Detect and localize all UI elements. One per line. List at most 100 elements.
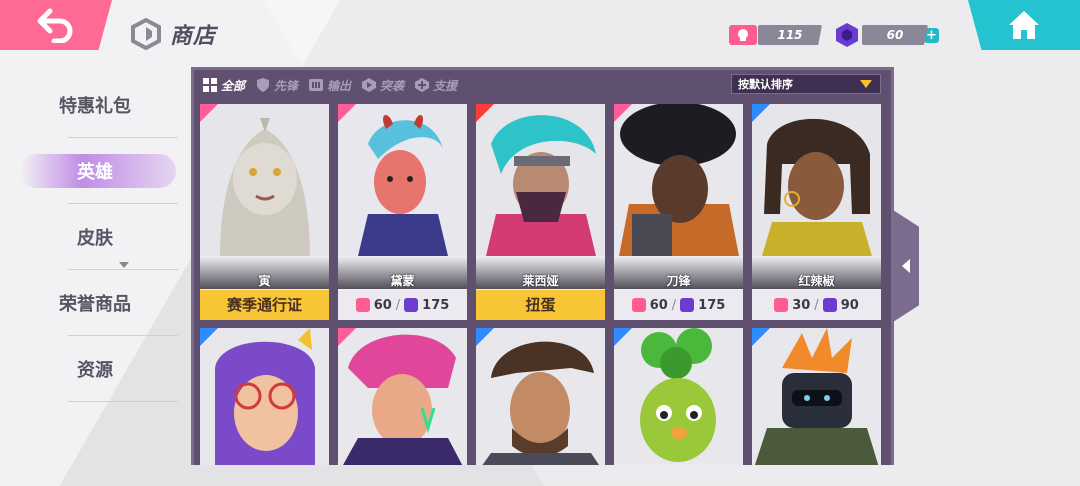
rarity-corner [752, 328, 770, 346]
price-row: 60 / 175 [614, 290, 743, 320]
rarity-corner [338, 328, 356, 346]
hero-name: 刀锋 [666, 274, 691, 288]
sidebar-item-label: 皮肤 [77, 228, 113, 249]
price-row: 60 / 175 [338, 290, 467, 320]
divider [68, 401, 178, 402]
category-sidebar: 特惠礼包 英雄 皮肤 荣誉商品 资源 [0, 72, 190, 402]
dropdown-arrow-icon [860, 80, 872, 88]
back-button[interactable] [0, 0, 112, 50]
hero-card-body: 红辣椒 [752, 104, 881, 290]
hero-card[interactable]: 红辣椒 30 / 90 [752, 104, 881, 320]
filter-damage[interactable]: 输出 [308, 77, 351, 94]
skull-ticket-icon [631, 298, 646, 312]
hero-card[interactable] [752, 328, 881, 465]
rarity-corner [752, 104, 770, 122]
skull-ticket-icon [774, 298, 789, 312]
hero-card-body [338, 328, 467, 465]
back-arrow-icon [37, 8, 73, 43]
hero-card-body: 莱西娅 [476, 104, 605, 290]
hero-card-body [476, 328, 605, 465]
sidebar-item-label: 英雄 [77, 162, 113, 183]
grid-icon [203, 78, 217, 92]
assault-icon [362, 78, 377, 92]
hero-grid: 寅 赛季通行证 黛蒙 60 / 175 莱西娅 扭蛋 刀锋 60 / 175 红… [200, 104, 881, 320]
sidebar-item-resources[interactable]: 资源 [0, 336, 190, 402]
rarity-corner [200, 328, 218, 346]
hero-card-body: 黛蒙 [338, 104, 467, 290]
sidebar-item-label: 资源 [77, 360, 113, 381]
filter-support[interactable]: 支援 [414, 77, 457, 94]
hero-name: 莱西娅 [522, 274, 559, 288]
shop-panel: 全部 先锋 输出 突袭 支援 按默认排序 寅 赛季通行证 黛蒙 60 / 175… [191, 67, 894, 465]
hero-name: 红辣椒 [798, 274, 835, 288]
hero-card-body [200, 328, 329, 465]
filter-all[interactable]: 全部 [202, 77, 245, 94]
gem-icon [832, 23, 862, 47]
price-row: 30 / 90 [752, 290, 881, 320]
support-icon [415, 78, 430, 92]
gem-icon [680, 298, 695, 312]
ticket-currency[interactable]: 115 [728, 23, 822, 47]
hero-portrait-robot [752, 328, 881, 465]
filter-assault[interactable]: 突袭 [361, 77, 404, 94]
ticket-price: 30 [792, 297, 811, 313]
home-button[interactable] [968, 0, 1080, 50]
filter-vanguard[interactable]: 先锋 [255, 77, 298, 94]
gem-icon [822, 298, 837, 312]
hero-card[interactable]: 寅 赛季通行证 [200, 104, 329, 320]
gun-icon [309, 79, 324, 91]
gem-icon [404, 298, 419, 312]
hero-card[interactable]: 刀锋 60 / 175 [614, 104, 743, 320]
expand-arrow-icon [119, 262, 129, 268]
ticket-count: 115 [758, 25, 822, 45]
gem-price: 90 [840, 297, 859, 313]
skull-ticket-icon [355, 298, 370, 312]
sidebar-item-skins[interactable]: 皮肤 [0, 204, 190, 270]
hero-card[interactable] [614, 328, 743, 465]
chevron-left-icon [902, 259, 910, 273]
filter-label: 全部 [221, 78, 246, 93]
hero-portrait-glasses [200, 328, 329, 465]
gem-currency[interactable]: 60 + [832, 23, 939, 47]
expand-panel-tab[interactable] [893, 210, 919, 322]
price-separator: / [395, 297, 401, 313]
hero-card-body: 寅 [200, 104, 329, 290]
hero-card[interactable]: 莱西娅 扭蛋 [476, 104, 605, 320]
ticket-price: 60 [649, 297, 668, 313]
filter-label: 先锋 [274, 78, 299, 93]
sort-dropdown[interactable]: 按默认排序 [731, 74, 881, 94]
hero-card[interactable] [338, 328, 467, 465]
rarity-corner [476, 328, 494, 346]
home-icon [1009, 11, 1039, 39]
skull-ticket-icon [728, 23, 758, 47]
hero-card[interactable] [200, 328, 329, 465]
filter-label: 输出 [327, 78, 352, 93]
gem-count: 60 [862, 25, 928, 45]
hero-portrait-chili [752, 104, 881, 256]
hero-portrait-soldier [476, 328, 605, 465]
sidebar-item-honor-goods[interactable]: 荣誉商品 [0, 270, 190, 336]
page-title: 商店 [170, 24, 217, 49]
sidebar-item-special-pack[interactable]: 特惠礼包 [0, 72, 190, 138]
price-separator: / [671, 297, 677, 313]
ticket-price: 60 [373, 297, 392, 313]
filter-label: 突袭 [380, 78, 405, 93]
hero-portrait-demon [338, 104, 467, 256]
filter-label: 支援 [433, 78, 458, 93]
rarity-corner [614, 104, 632, 122]
hero-card[interactable] [476, 328, 605, 465]
hero-name: 黛蒙 [390, 274, 415, 288]
sort-label: 按默认排序 [738, 78, 793, 91]
sidebar-item-heroes[interactable]: 英雄 [0, 138, 190, 204]
rarity-corner [338, 104, 356, 122]
sidebar-item-label: 荣誉商品 [59, 294, 131, 315]
sidebar-item-label: 特惠礼包 [59, 96, 131, 117]
hero-card-body: 刀锋 [614, 104, 743, 290]
hero-card[interactable]: 黛蒙 60 / 175 [338, 104, 467, 320]
rarity-corner [614, 328, 632, 346]
title-area: 商店 [130, 18, 216, 50]
hero-portrait-blade [614, 104, 743, 256]
gem-price: 175 [698, 297, 726, 313]
hero-portrait-masked [476, 104, 605, 256]
hero-portrait-tiger [200, 104, 329, 256]
